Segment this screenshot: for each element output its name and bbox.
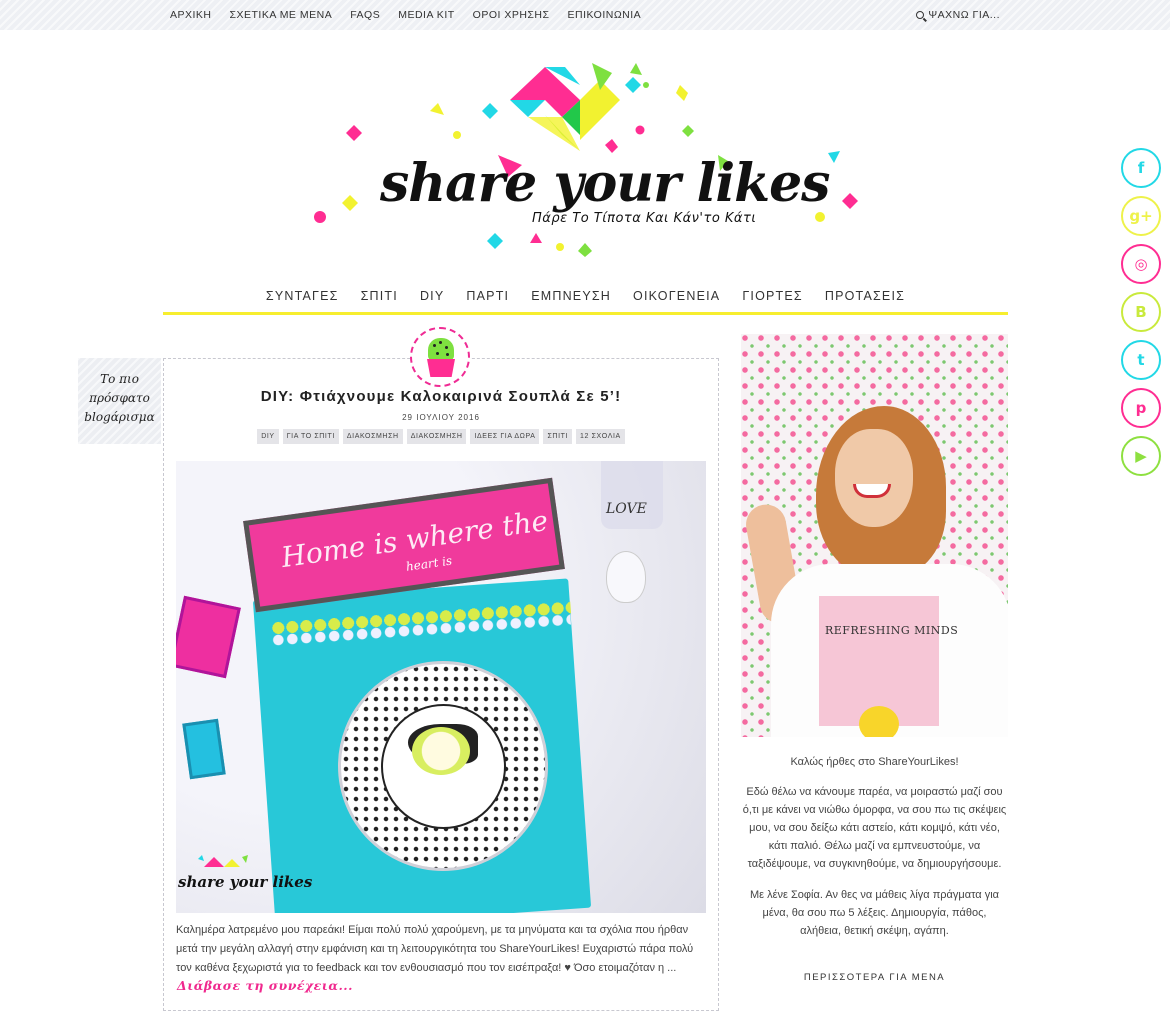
image-glass-text: LOVE xyxy=(606,501,647,517)
main-nav: ΣΥΝΤΑΓΕΣ ΣΠΙΤΙ DIY ΠΑΡΤΙ ΕΜΠΝΕΥΣΗ ΟΙΚΟΓΕ… xyxy=(163,289,1008,315)
post-tags: DIY ΓΙΑ ΤΟ ΣΠΙΤΙ ΔΙΑΚΟΣΜΗΣΗ ΔΙΑΚΟΣΜΗΣΗ Ι… xyxy=(163,429,719,444)
image-watermark: share your likes xyxy=(178,873,313,891)
main-nav-home[interactable]: ΣΠΙΤΙ xyxy=(361,289,398,312)
pinterest-link[interactable]: p xyxy=(1121,388,1161,428)
main-nav-inspiration[interactable]: ΕΜΠΝΕΥΣΗ xyxy=(531,289,611,312)
shirt-print-text: REFRESHING MINDS xyxy=(825,624,959,637)
google-plus-icon: g+ xyxy=(1129,207,1153,225)
comments-count[interactable]: 12 ΣΧΟΛΙΑ xyxy=(576,429,625,444)
top-nav-media-kit[interactable]: MEDIA KIT xyxy=(398,9,454,21)
latest-label-line1: Το πιο xyxy=(100,372,139,386)
latest-label-line2: πρόσφατο xyxy=(89,391,150,405)
instagram-icon: ◎ xyxy=(1134,255,1148,273)
image-sign-subtext: heart is xyxy=(405,553,453,574)
facebook-link[interactable]: f xyxy=(1121,148,1161,188)
main-nav-holidays[interactable]: ΓΙΟΡΤΕΣ xyxy=(742,289,803,312)
logo-tagline: Πάρε Το Τίποτα Και Κάν'το Κάτι xyxy=(532,211,757,226)
latest-label-line3: blogάρισμα xyxy=(84,410,155,424)
top-nav-contact[interactable]: ΕΠΙΚΟΙΝΩΝΙΑ xyxy=(567,9,641,21)
youtube-link[interactable]: ▶ xyxy=(1121,436,1161,476)
tag-for-home[interactable]: ΓΙΑ ΤΟ ΣΠΙΤΙ xyxy=(282,429,339,444)
instagram-link[interactable]: ◎ xyxy=(1121,244,1161,284)
sidebar-intro: Εδώ θέλω να κάνουμε παρέα, να μοιραστώ μ… xyxy=(742,786,1007,870)
youtube-icon: ▶ xyxy=(1135,447,1147,465)
top-nav: ΑΡΧΙΚΗ ΣΧΕΤΙΚΑ ΜΕ ΜΕΝΑ FAQS MEDIA KIT ΟΡ… xyxy=(170,9,659,21)
latest-post-label: Το πιο πρόσφατο blogάρισμα xyxy=(78,358,161,444)
about-me-link[interactable]: ΠΕΡΙΣΣΟΤΕΡΑ ΓΙΑ ΜΕΝΑ xyxy=(741,972,1008,983)
read-more-link[interactable]: Διάβασε τη συνέχεια... xyxy=(177,978,353,993)
search-placeholder: ΨΑΧΝΩ ΓΙΑ... xyxy=(928,9,1000,21)
search-icon xyxy=(916,11,925,19)
post-featured-image[interactable]: LOVE Home is where the heart is share yo… xyxy=(176,461,706,913)
sidebar-about: Με λένε Σοφία. Αν θες να μάθεις λίγα πρά… xyxy=(749,889,1000,937)
main-nav-suggestions[interactable]: ΠΡΟΤΑΣΕΙΣ xyxy=(825,289,905,312)
cactus-icon xyxy=(410,327,470,387)
tag-decoration-2[interactable]: ΔΙΑΚΟΣΜΗΣΗ xyxy=(406,429,467,444)
facebook-icon: f xyxy=(1137,159,1145,177)
main-nav-family[interactable]: ΟΙΚΟΓΕΝΕΙΑ xyxy=(633,289,720,312)
post-date: 29 ΙΟΥΛΙΟΥ 2016 xyxy=(402,413,480,422)
main-nav-diy[interactable]: DIY xyxy=(420,289,444,312)
main-nav-party[interactable]: ΠΑΡΤΙ xyxy=(466,289,509,312)
tag-gift-ideas[interactable]: ΙΔΕΕΣ ΓΙΑ ΔΩΡΑ xyxy=(470,429,540,444)
blogger-link[interactable]: B xyxy=(1121,292,1161,332)
google-plus-link[interactable]: g+ xyxy=(1121,196,1161,236)
top-bar: ΑΡΧΙΚΗ ΣΧΕΤΙΚΑ ΜΕ ΜΕΝΑ FAQS MEDIA KIT ΟΡ… xyxy=(0,0,1170,30)
search-box[interactable]: ΨΑΧΝΩ ΓΙΑ... xyxy=(916,9,1000,21)
top-nav-home[interactable]: ΑΡΧΙΚΗ xyxy=(170,9,212,21)
post-excerpt: Καλημέρα λατρεμένο μου παρεάκι! Είμαι πο… xyxy=(176,924,694,974)
site-logo[interactable]: share your likes Πάρε Το Τίποτα Και Κάν'… xyxy=(300,45,870,260)
twitter-link[interactable]: t xyxy=(1121,340,1161,380)
tag-decoration[interactable]: ΔΙΑΚΟΣΜΗΣΗ xyxy=(342,429,403,444)
twitter-icon: t xyxy=(1137,351,1145,369)
tag-diy[interactable]: DIY xyxy=(257,429,279,444)
pinterest-icon: p xyxy=(1135,399,1147,417)
post-title[interactable]: DIY: Φτιάχνουμε Καλοκαιρινά Σουπλά Σε 5’… xyxy=(163,388,719,405)
author-photo: REFRESHING MINDS xyxy=(741,334,1008,737)
tag-home[interactable]: ΣΠΙΤΙ xyxy=(543,429,573,444)
logo-title: share your likes xyxy=(380,153,830,214)
main-nav-recipes[interactable]: ΣΥΝΤΑΓΕΣ xyxy=(266,289,339,312)
blogger-icon: B xyxy=(1135,303,1147,321)
top-nav-terms[interactable]: ΟΡΟΙ ΧΡΗΣΗΣ xyxy=(473,9,550,21)
sidebar-welcome: Καλώς ήρθες στο ShareYourLikes! xyxy=(790,756,959,768)
top-nav-faqs[interactable]: FAQS xyxy=(350,9,380,21)
top-nav-about[interactable]: ΣΧΕΤΙΚΑ ΜΕ ΜΕΝΑ xyxy=(230,9,333,21)
